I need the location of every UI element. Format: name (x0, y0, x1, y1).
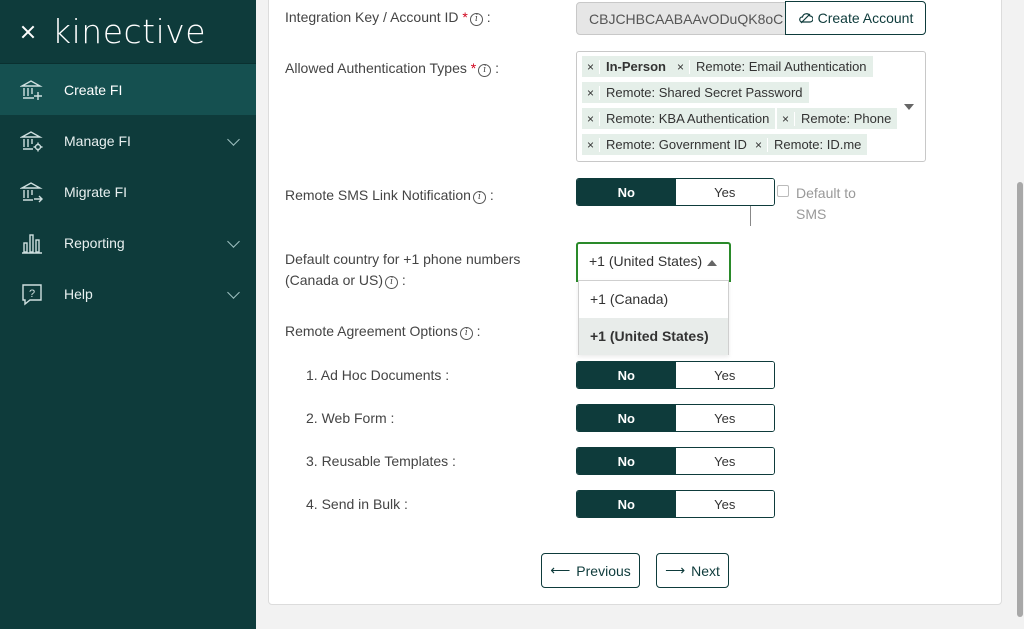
country-label: Default country for +1 phone numbers (Ca… (285, 251, 521, 289)
integration-key-field[interactable]: CBJCHBCAABAAvODuQK8oC (576, 2, 786, 35)
brand-bar: kinective (0, 0, 256, 64)
tag: × Remote: Shared Secret Password (582, 82, 809, 103)
no-option[interactable]: No (577, 491, 676, 517)
tag: × Remote: KBA Authentication (582, 108, 776, 129)
logo: kinective (52, 12, 207, 51)
help-bubble-icon: ? (20, 282, 44, 306)
yes-option[interactable]: Yes (675, 179, 774, 205)
arrow-right-icon: ⟶ (665, 562, 686, 578)
remove-icon[interactable]: × (777, 111, 795, 126)
remove-icon[interactable]: × (582, 85, 600, 100)
chevron-down-icon (227, 133, 240, 146)
caret-up-icon (707, 260, 717, 266)
remove-icon[interactable]: × (582, 111, 600, 126)
arrow-left-icon: ⟵ (550, 562, 571, 578)
country-select[interactable]: +1 (United States) (576, 242, 731, 282)
default-sms-label: Default to SMS (796, 185, 856, 222)
default-sms-checkbox[interactable] (777, 185, 789, 197)
reusable-templates-label: 3. Reusable Templates : (306, 453, 456, 469)
reusable-templates-toggle[interactable]: No Yes (576, 447, 775, 475)
yes-option[interactable]: Yes (675, 362, 774, 388)
divider (750, 206, 751, 226)
send-in-bulk-label: 4. Send in Bulk : (306, 496, 408, 512)
no-option[interactable]: No (577, 362, 676, 388)
web-form-toggle[interactable]: No Yes (576, 404, 775, 432)
web-form-label: 2. Web Form : (306, 410, 395, 426)
send-in-bulk-toggle[interactable]: No Yes (576, 490, 775, 518)
bank-add-icon (20, 78, 44, 102)
tag: × Remote: Email Authentication (672, 56, 873, 77)
yes-option[interactable]: Yes (675, 491, 774, 517)
sidebar-item-migrate-fi[interactable]: Migrate FI (0, 166, 256, 217)
ad-hoc-label: 1. Ad Hoc Documents : (306, 367, 450, 383)
svg-text:?: ? (29, 288, 35, 300)
no-option[interactable]: No (577, 179, 676, 205)
yes-option[interactable]: Yes (675, 405, 774, 431)
sidebar-item-help[interactable]: ? Help (0, 268, 256, 319)
chevron-down-icon (227, 286, 240, 299)
info-icon[interactable]: i (459, 327, 473, 340)
info-icon[interactable]: i (472, 191, 486, 204)
sidebar: kinective Create FI Manage FI Migrate FI… (0, 0, 256, 629)
tag: × In-Person (582, 56, 672, 77)
chevron-down-icon (227, 235, 240, 248)
next-button[interactable]: ⟶ Next (656, 553, 729, 588)
bank-arrow-icon (20, 180, 44, 204)
info-icon[interactable]: i (469, 13, 483, 26)
bar-chart-icon (20, 231, 44, 255)
create-account-button[interactable]: Create Account (785, 1, 926, 35)
cloud-icon (798, 13, 813, 24)
tag: × Remote: ID.me (750, 134, 868, 155)
remove-icon[interactable]: × (582, 137, 600, 152)
previous-button[interactable]: ⟵ Previous (541, 553, 640, 588)
remove-icon[interactable]: × (582, 59, 600, 74)
info-icon[interactable]: i (385, 276, 399, 289)
scrollbar[interactable] (1016, 0, 1024, 629)
sidebar-item-label: Create FI (64, 81, 123, 98)
no-option[interactable]: No (577, 448, 676, 474)
scrollbar-thumb[interactable] (1017, 182, 1023, 617)
auth-types-label: Allowed Authentication Types * i : (285, 60, 499, 77)
sidebar-item-create-fi[interactable]: Create FI (0, 64, 256, 115)
remove-icon[interactable]: × (672, 59, 690, 74)
remove-icon[interactable]: × (750, 137, 768, 152)
ad-hoc-toggle[interactable]: No Yes (576, 361, 775, 389)
auth-types-multiselect[interactable]: × In-Person × Remote: Email Authentication… (576, 51, 926, 162)
integration-key-label: Integration Key / Account ID * i : (285, 9, 491, 26)
no-option[interactable]: No (577, 405, 676, 431)
bank-gear-icon (20, 129, 44, 153)
tag: × Remote: Phone (777, 108, 898, 129)
sidebar-item-label: Manage FI (64, 132, 131, 149)
sidebar-item-label: Help (64, 285, 93, 302)
info-icon[interactable]: i (478, 64, 492, 77)
yes-option[interactable]: Yes (675, 448, 774, 474)
sidebar-item-label: Reporting (64, 234, 125, 251)
sidebar-item-label: Migrate FI (64, 183, 128, 200)
caret-down-icon[interactable] (904, 104, 914, 110)
sidebar-item-reporting[interactable]: Reporting (0, 217, 256, 268)
option-united-states[interactable]: +1 (United States) (579, 318, 728, 355)
close-icon[interactable] (18, 22, 38, 42)
sidebar-item-manage-fi[interactable]: Manage FI (0, 115, 256, 166)
agreement-label: Remote Agreement Options i : (285, 323, 481, 340)
sms-label: Remote SMS Link Notification i : (285, 187, 494, 204)
sms-toggle[interactable]: No Yes (576, 178, 775, 206)
country-dropdown: +1 (Canada) +1 (United States) (578, 280, 729, 355)
tag: × Remote: Government ID (582, 134, 753, 155)
option-canada[interactable]: +1 (Canada) (579, 281, 728, 318)
